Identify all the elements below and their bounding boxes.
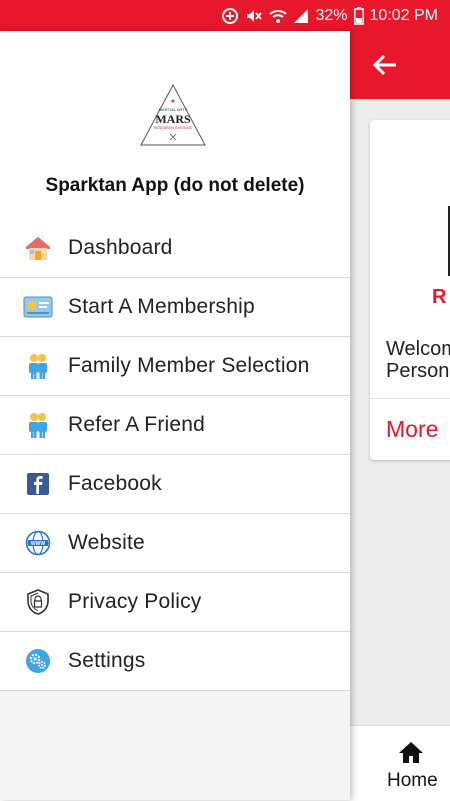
welcome-card: R Welcome Personal More bbox=[370, 120, 450, 460]
menu-item-family-member-selection[interactable]: Family Member Selection bbox=[0, 337, 350, 396]
mute-icon bbox=[245, 7, 263, 25]
menu-item-dashboard[interactable]: Dashboard bbox=[0, 219, 350, 278]
menu-label: Refer A Friend bbox=[68, 413, 206, 436]
menu-item-facebook[interactable]: Facebook bbox=[0, 455, 350, 514]
menu-item-privacy-policy[interactable]: Privacy Policy bbox=[0, 573, 350, 632]
menu-label: Dashboard bbox=[68, 236, 173, 259]
globe-icon: WWW bbox=[23, 528, 53, 558]
menu-label: Settings bbox=[68, 649, 146, 672]
menu-label: Start A Membership bbox=[68, 295, 255, 318]
svg-text:★: ★ bbox=[170, 98, 175, 105]
more-button[interactable]: More bbox=[386, 416, 438, 443]
drawer-header: ★ MARTIAL ARTS MARS RESEARCH SYSTEMS Spa… bbox=[0, 31, 350, 219]
drawer-menu: Dashboard Start A Membership Family Memb… bbox=[0, 219, 350, 691]
card-welcome-text: Welcome Personal bbox=[386, 338, 450, 382]
family-icon bbox=[23, 351, 53, 381]
battery-icon bbox=[353, 6, 364, 25]
menu-label: Family Member Selection bbox=[68, 354, 310, 377]
clock: 10:02 PM bbox=[369, 6, 438, 24]
app-name: Sparktan App (do not delete) bbox=[45, 175, 305, 196]
svg-text:WWW: WWW bbox=[31, 541, 45, 547]
card-logo-letter: R bbox=[432, 286, 447, 308]
svg-text:RESEARCH SYSTEMS: RESEARCH SYSTEMS bbox=[154, 126, 193, 130]
facebook-icon bbox=[23, 469, 53, 499]
card-divider bbox=[370, 398, 450, 399]
card-line-2: Personal bbox=[386, 360, 450, 382]
menu-label: Website bbox=[68, 531, 145, 554]
menu-label: Privacy Policy bbox=[68, 590, 202, 613]
card-line-1: Welcome bbox=[386, 338, 450, 360]
menu-item-settings[interactable]: Settings bbox=[0, 632, 350, 691]
menu-item-refer-a-friend[interactable]: Refer A Friend bbox=[0, 396, 350, 455]
home-tab-label[interactable]: Home bbox=[387, 770, 438, 792]
status-bar: 32% 10:02 PM bbox=[0, 0, 450, 31]
mars-logo: ★ MARTIAL ARTS MARS RESEARCH SYSTEMS bbox=[139, 83, 207, 147]
home-icon[interactable] bbox=[398, 740, 424, 769]
house-icon bbox=[23, 233, 53, 263]
bottom-nav: Home bbox=[350, 725, 450, 801]
shield-icon bbox=[23, 587, 53, 617]
back-arrow-icon[interactable] bbox=[372, 53, 398, 77]
refer-friend-icon bbox=[23, 410, 53, 440]
data-saver-icon bbox=[221, 7, 239, 25]
gear-icon bbox=[23, 646, 53, 676]
membership-card-icon bbox=[23, 292, 53, 322]
menu-item-start-membership[interactable]: Start A Membership bbox=[0, 278, 350, 337]
battery-percent: 32% bbox=[315, 6, 348, 24]
signal-icon bbox=[293, 8, 309, 24]
svg-text:MARS: MARS bbox=[155, 112, 191, 126]
menu-label: Facebook bbox=[68, 472, 162, 495]
navigation-drawer: ★ MARTIAL ARTS MARS RESEARCH SYSTEMS Spa… bbox=[0, 31, 350, 800]
wifi-icon bbox=[269, 7, 288, 25]
menu-item-website[interactable]: WWW Website bbox=[0, 514, 350, 573]
